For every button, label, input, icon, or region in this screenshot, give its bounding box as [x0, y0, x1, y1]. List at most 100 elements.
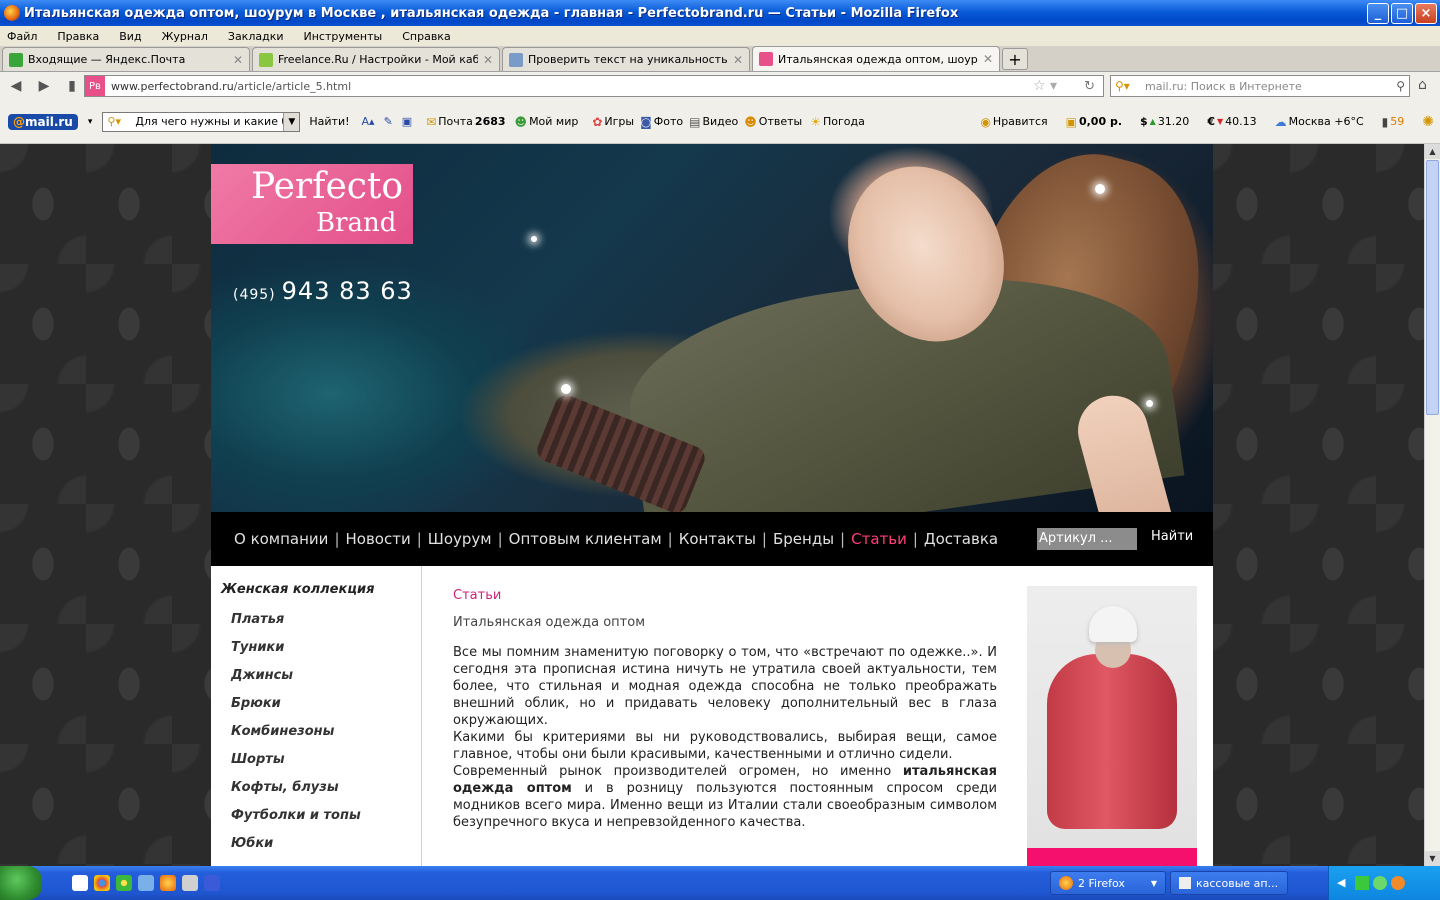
menu-edit[interactable]: Правка — [57, 30, 99, 43]
text-editor-icon[interactable] — [72, 875, 88, 891]
maximize-button[interactable]: □ — [1391, 2, 1413, 24]
games-icon: ✿ — [592, 114, 603, 129]
address-bar[interactable]: Pв www.perfectobrand.ru/article/article_… — [84, 75, 1104, 97]
tab-uniqueness-check[interactable]: Проверить текст на уникальность онл... ✕ — [502, 47, 750, 71]
forward-icon[interactable]: ▶ — [34, 78, 54, 94]
tab-close-icon[interactable]: ✕ — [733, 53, 743, 67]
dollar-icon: $ — [1140, 115, 1148, 128]
dropdown-arrow-icon[interactable]: ▼ — [283, 112, 300, 131]
tab-close-icon[interactable]: ✕ — [483, 53, 493, 67]
nav-contacts[interactable]: Контакты — [679, 530, 756, 548]
category-item[interactable]: Шорты — [231, 752, 361, 780]
category-item[interactable]: Комбинезоны — [231, 724, 361, 752]
mail-link[interactable]: ✉ Почта 2683 — [426, 115, 505, 129]
tray-icon[interactable] — [1391, 876, 1405, 890]
back-icon[interactable]: ◀ — [6, 78, 26, 94]
sparkle-icon — [531, 236, 537, 242]
firefox-icon[interactable] — [160, 875, 176, 891]
screenshot-icon[interactable]: ▣ — [402, 115, 412, 128]
chrome-icon[interactable] — [94, 875, 110, 891]
breadcrumb[interactable]: Статьи — [453, 588, 997, 603]
new-tab-button[interactable]: + — [1002, 48, 1028, 70]
minimize-button[interactable]: _ — [1367, 2, 1389, 24]
like-icon: ◉ — [980, 114, 991, 129]
mailru-search-input[interactable]: ⚲▾ Для чего нужны и какие бые ▼ — [102, 111, 301, 132]
site-logo[interactable]: Perfecto Brand — [211, 164, 413, 244]
tray-icon[interactable]: ◀ — [1337, 876, 1345, 889]
mailru-dropdown-icon[interactable]: ▾ — [88, 117, 93, 127]
my-world-link[interactable]: ☻ Мой мир — [515, 115, 579, 129]
taskbar-window[interactable]: кассовые ап... — [1170, 871, 1288, 895]
usd-rate[interactable]: $ ▲ 31.20 — [1140, 115, 1189, 128]
menu-tools[interactable]: Инструменты — [304, 30, 383, 43]
category-item[interactable]: Футболки и топы — [231, 808, 361, 836]
tray-icon[interactable] — [1355, 876, 1369, 890]
home-icon[interactable]: ⌂ — [1418, 77, 1427, 93]
mailru-find-button[interactable]: Найти! — [309, 115, 349, 128]
envelope-icon: ✉ — [426, 114, 437, 129]
search-icon[interactable]: ⚲ — [1396, 79, 1405, 93]
reload-icon[interactable]: ↻ — [1084, 79, 1095, 94]
highlight-icon[interactable]: ✎ — [384, 115, 393, 128]
find-button[interactable]: Найти — [1151, 529, 1193, 544]
scroll-up-icon[interactable]: ▲ — [1425, 144, 1440, 159]
icq-icon[interactable] — [116, 875, 132, 891]
category-item[interactable]: Джинсы — [231, 668, 361, 696]
traffic-widget[interactable]: ▮ 59 — [1382, 115, 1405, 129]
menu-history[interactable]: Журнал — [162, 30, 208, 43]
start-button[interactable] — [0, 866, 42, 900]
nav-brands[interactable]: Бренды — [773, 530, 834, 548]
category-item[interactable]: Брюки — [231, 696, 361, 724]
search-engine-icon[interactable]: ⚲▾ — [1115, 79, 1130, 93]
answers-link[interactable]: ☻ Ответы — [744, 115, 802, 129]
app-icon[interactable] — [182, 875, 198, 891]
nav-articles[interactable]: Статьи — [851, 530, 907, 548]
nav-wholesale[interactable]: Оптовым клиентам — [509, 530, 662, 548]
tab-perfectobrand[interactable]: Итальянская одежда оптом, шоурум в... ✕ — [752, 46, 1000, 71]
app-icon[interactable] — [204, 875, 220, 891]
scrollbar-thumb[interactable] — [1426, 160, 1439, 415]
like-button[interactable]: ◉ Нравится — [980, 115, 1047, 129]
menu-help[interactable]: Справка — [402, 30, 450, 43]
category-item[interactable]: Туники — [231, 640, 361, 668]
nav-news[interactable]: Новости — [346, 530, 411, 548]
video-link[interactable]: ▤ Видео — [689, 115, 738, 129]
search-input[interactable]: ⚲▾ mail.ru: Поиск в Интернете ⚲ — [1110, 75, 1410, 97]
page-viewport: Perfecto Brand (495) 943 83 63 О компании… — [0, 144, 1424, 866]
font-size-icon[interactable]: A▴ — [362, 115, 375, 128]
weather-link[interactable]: ☀ Погода — [810, 115, 865, 129]
category-item[interactable]: Юбки — [231, 836, 361, 864]
balance[interactable]: ▣ 0,00 р. — [1066, 115, 1122, 129]
games-link[interactable]: ✿ Игры — [592, 115, 634, 129]
scroll-down-icon[interactable]: ▼ — [1425, 851, 1440, 866]
taskbar-firefox[interactable]: 2 Firefox ▼ — [1050, 871, 1166, 895]
vertical-scrollbar[interactable]: ▲ ▼ — [1424, 144, 1440, 866]
close-button[interactable]: × — [1415, 2, 1437, 24]
people-icon: ☻ — [514, 114, 528, 129]
tab-freelance[interactable]: Freelance.Ru / Настройки - Мой кабинет ✕ — [252, 47, 500, 71]
settings-gear-icon[interactable]: ✺ — [1422, 114, 1434, 130]
tab-close-icon[interactable]: ✕ — [983, 52, 993, 66]
eur-rate[interactable]: € ▼ 40.13 — [1207, 115, 1256, 128]
nav-about[interactable]: О компании — [234, 530, 328, 548]
menu-file[interactable]: Файл — [7, 30, 37, 43]
collection-title[interactable]: Женская коллекция — [221, 582, 374, 597]
weather-widget[interactable]: ☁ Москва +6°C — [1275, 115, 1364, 129]
app-icon[interactable] — [138, 875, 154, 891]
up-arrow-icon: ▲ — [1149, 117, 1156, 126]
search-placeholder: mail.ru: Поиск в Интернете — [1145, 79, 1302, 93]
mailru-logo[interactable]: @mail.ru — [8, 113, 78, 130]
menu-bookmarks[interactable]: Закладки — [228, 30, 284, 43]
product-image[interactable] — [1027, 586, 1197, 866]
tray-icon[interactable] — [1373, 876, 1387, 890]
category-item[interactable]: Кофты, блузы — [231, 780, 361, 808]
article-number-input[interactable]: Артикул ... — [1037, 528, 1137, 550]
tab-close-icon[interactable]: ✕ — [233, 53, 243, 67]
menu-view[interactable]: Вид — [119, 30, 141, 43]
nav-showroom[interactable]: Шоурум — [428, 530, 492, 548]
bookmark-star-icon[interactable]: ☆ ▾ — [1033, 78, 1057, 94]
photo-link[interactable]: ◙ Фото — [640, 115, 683, 129]
nav-delivery[interactable]: Доставка — [924, 530, 998, 548]
category-item[interactable]: Платья — [231, 612, 361, 640]
tab-yandex-mail[interactable]: Входящие — Яндекс.Почта ✕ — [2, 47, 250, 71]
